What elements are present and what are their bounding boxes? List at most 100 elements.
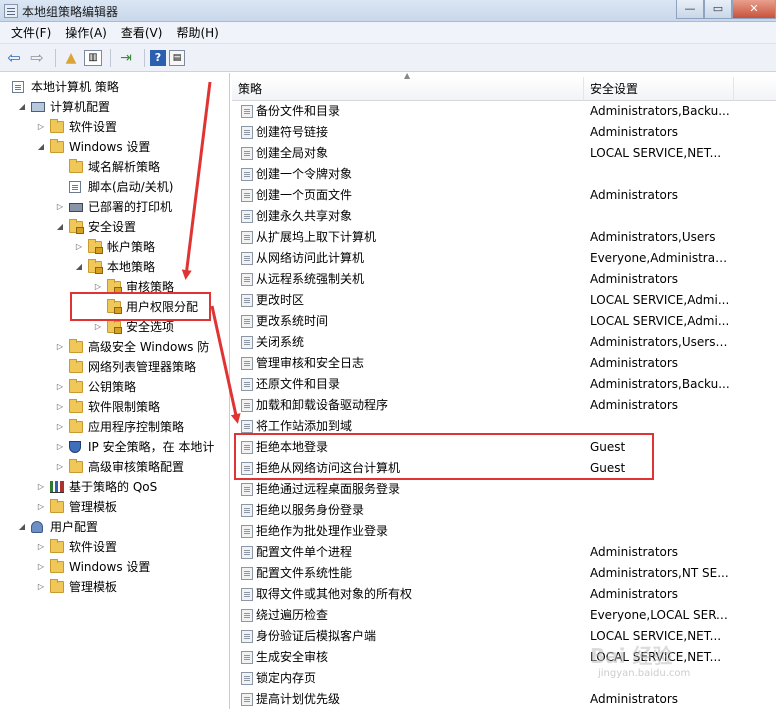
policy-row[interactable]: 关闭系统 Administrators,Users,...: [232, 332, 776, 353]
expand-icon[interactable]: ▷: [55, 397, 65, 417]
policy-row[interactable]: 从扩展坞上取下计算机 Administrators,Users: [232, 227, 776, 248]
expand-icon[interactable]: ▷: [55, 197, 65, 217]
column-header-policy[interactable]: 策略: [232, 77, 584, 101]
menu-help[interactable]: 帮助(H): [169, 23, 225, 43]
tree-item[interactable]: ▷ 已部署的打印机: [0, 197, 229, 217]
menu-view[interactable]: 查看(V): [114, 23, 170, 43]
policy-row[interactable]: 创建一个令牌对象: [232, 164, 776, 185]
expand-icon[interactable]: ▷: [55, 337, 65, 357]
tree-item[interactable]: ▷ 帐户策略: [0, 237, 229, 257]
tree-item[interactable]: ◢ Windows 设置: [0, 137, 229, 157]
policy-row[interactable]: 生成安全审核 LOCAL SERVICE,NET...: [232, 647, 776, 668]
maximize-button[interactable]: ▭: [704, 0, 732, 19]
user-icon: [31, 521, 43, 533]
policy-row[interactable]: 创建一个页面文件 Administrators: [232, 185, 776, 206]
collapse-icon[interactable]: ◢: [55, 217, 65, 237]
properties-icon[interactable]: ▤: [169, 49, 185, 66]
policy-value: LOCAL SERVICE,Admi...: [590, 293, 730, 307]
tree-item[interactable]: ▷ 应用程序控制策略: [0, 417, 229, 437]
tree-item[interactable]: ▷ 基于策略的 QoS: [0, 477, 229, 497]
tree-item-label: 软件限制策略: [88, 400, 161, 414]
tree-item[interactable]: ◢ 安全设置: [0, 217, 229, 237]
expand-icon[interactable]: ▷: [36, 497, 46, 517]
collapse-icon[interactable]: ◢: [17, 517, 27, 537]
expand-icon[interactable]: ▷: [55, 437, 65, 457]
menu-action[interactable]: 操作(A): [58, 23, 114, 43]
expand-icon[interactable]: ▷: [36, 577, 46, 597]
policy-row[interactable]: 创建永久共享对象: [232, 206, 776, 227]
expand-icon[interactable]: ▷: [36, 537, 46, 557]
tree-item[interactable]: 本地计算机 策略: [0, 77, 229, 97]
policy-row[interactable]: 锁定内存页: [232, 668, 776, 689]
tree-item[interactable]: ▷ 公钥策略: [0, 377, 229, 397]
policy-row[interactable]: 拒绝以服务身份登录: [232, 500, 776, 521]
policy-setting-icon: [241, 651, 253, 664]
policy-row[interactable]: 更改系统时间 LOCAL SERVICE,Admi...: [232, 311, 776, 332]
secure-folder-icon: [88, 239, 103, 254]
tree-item[interactable]: ▷ 软件限制策略: [0, 397, 229, 417]
expand-icon[interactable]: ▷: [36, 477, 46, 497]
policy-row[interactable]: 从网络访问此计算机 Everyone,Administrat...: [232, 248, 776, 269]
collapse-icon[interactable]: ◢: [17, 97, 27, 117]
policy-row[interactable]: 取得文件或其他对象的所有权 Administrators: [232, 584, 776, 605]
policy-row[interactable]: 绕过遍历检查 Everyone,LOCAL SERV...: [232, 605, 776, 626]
policy-row[interactable]: 还原文件和目录 Administrators,Backu...: [232, 374, 776, 395]
tree-item-label: 网络列表管理器策略: [88, 360, 197, 374]
policy-name: 配置文件单个进程: [256, 545, 353, 559]
show-tree-icon[interactable]: ▥: [84, 49, 102, 66]
tree-item[interactable]: ▷ 软件设置: [0, 537, 229, 557]
policy-row[interactable]: 更改时区 LOCAL SERVICE,Admi...: [232, 290, 776, 311]
policy-row[interactable]: 加载和卸载设备驱动程序 Administrators: [232, 395, 776, 416]
tree-item[interactable]: ▷ 高级审核策略配置: [0, 457, 229, 477]
forward-icon[interactable]: ⇨: [27, 48, 47, 68]
tree-item[interactable]: 脚本(启动/关机): [0, 177, 229, 197]
policy-row[interactable]: 提高计划优先级 Administrators: [232, 689, 776, 709]
expand-icon[interactable]: ▷: [36, 117, 46, 137]
help-icon[interactable]: ?: [150, 49, 166, 66]
policy-row[interactable]: 拒绝通过远程桌面服务登录: [232, 479, 776, 500]
export-icon[interactable]: ⇥: [116, 48, 136, 68]
tree-item[interactable]: 网络列表管理器策略: [0, 357, 229, 377]
column-header-setting[interactable]: 安全设置: [584, 77, 734, 101]
policy-row[interactable]: 身份验证后模拟客户端 LOCAL SERVICE,NET...: [232, 626, 776, 647]
tree-item[interactable]: ▷ Windows 设置: [0, 557, 229, 577]
expand-icon[interactable]: ▷: [55, 417, 65, 437]
policy-row[interactable]: 拒绝作为批处理作业登录: [232, 521, 776, 542]
tree-item[interactable]: ◢ 用户配置: [0, 517, 229, 537]
tree-item[interactable]: 域名解析策略: [0, 157, 229, 177]
policy-value: LOCAL SERVICE,NET...: [590, 146, 722, 160]
window-controls: — ▭ ✕: [676, 0, 776, 20]
policy-value: Administrators: [590, 545, 679, 559]
back-icon[interactable]: ⇦: [4, 48, 24, 68]
collapse-icon[interactable]: ◢: [74, 257, 84, 277]
tree-item[interactable]: ▷ IP 安全策略，在 本地计: [0, 437, 229, 457]
policy-setting-icon: [241, 483, 253, 496]
policy-row[interactable]: 从远程系统强制关机 Administrators: [232, 269, 776, 290]
expand-icon[interactable]: ▷: [55, 457, 65, 477]
expand-icon[interactable]: ▷: [55, 377, 65, 397]
policy-value: Administrators: [590, 356, 679, 370]
expand-icon[interactable]: ▷: [74, 237, 84, 257]
policy-setting-icon: [241, 504, 253, 517]
tree-item[interactable]: ◢ 计算机配置: [0, 97, 229, 117]
close-button[interactable]: ✕: [732, 0, 776, 19]
up-folder-icon[interactable]: ▲: [61, 48, 81, 68]
policy-row[interactable]: 管理审核和安全日志 Administrators: [232, 353, 776, 374]
tree-item[interactable]: ◢ 本地策略: [0, 257, 229, 277]
policy-name: 拒绝通过远程桌面服务登录: [256, 482, 401, 496]
tree-item[interactable]: ▷ 高级安全 Windows 防: [0, 337, 229, 357]
minimize-button[interactable]: —: [676, 0, 704, 19]
policy-row[interactable]: 创建全局对象 LOCAL SERVICE,NET...: [232, 143, 776, 164]
policy-row[interactable]: 配置文件系统性能 Administrators,NT SE...: [232, 563, 776, 584]
policy-row[interactable]: 创建符号链接 Administrators: [232, 122, 776, 143]
policy-row[interactable]: 备份文件和目录 Administrators,Backu...: [232, 101, 776, 122]
secure-folder-icon: [88, 259, 103, 274]
policy-row[interactable]: 配置文件单个进程 Administrators: [232, 542, 776, 563]
expand-icon[interactable]: ▷: [36, 557, 46, 577]
tree-item[interactable]: ▷ 软件设置: [0, 117, 229, 137]
tree-item[interactable]: ▷ 管理模板: [0, 497, 229, 517]
toolbar-separator: [144, 48, 145, 67]
tree-item[interactable]: ▷ 管理模板: [0, 577, 229, 597]
collapse-icon[interactable]: ◢: [36, 137, 46, 157]
menu-file[interactable]: 文件(F): [4, 23, 58, 43]
